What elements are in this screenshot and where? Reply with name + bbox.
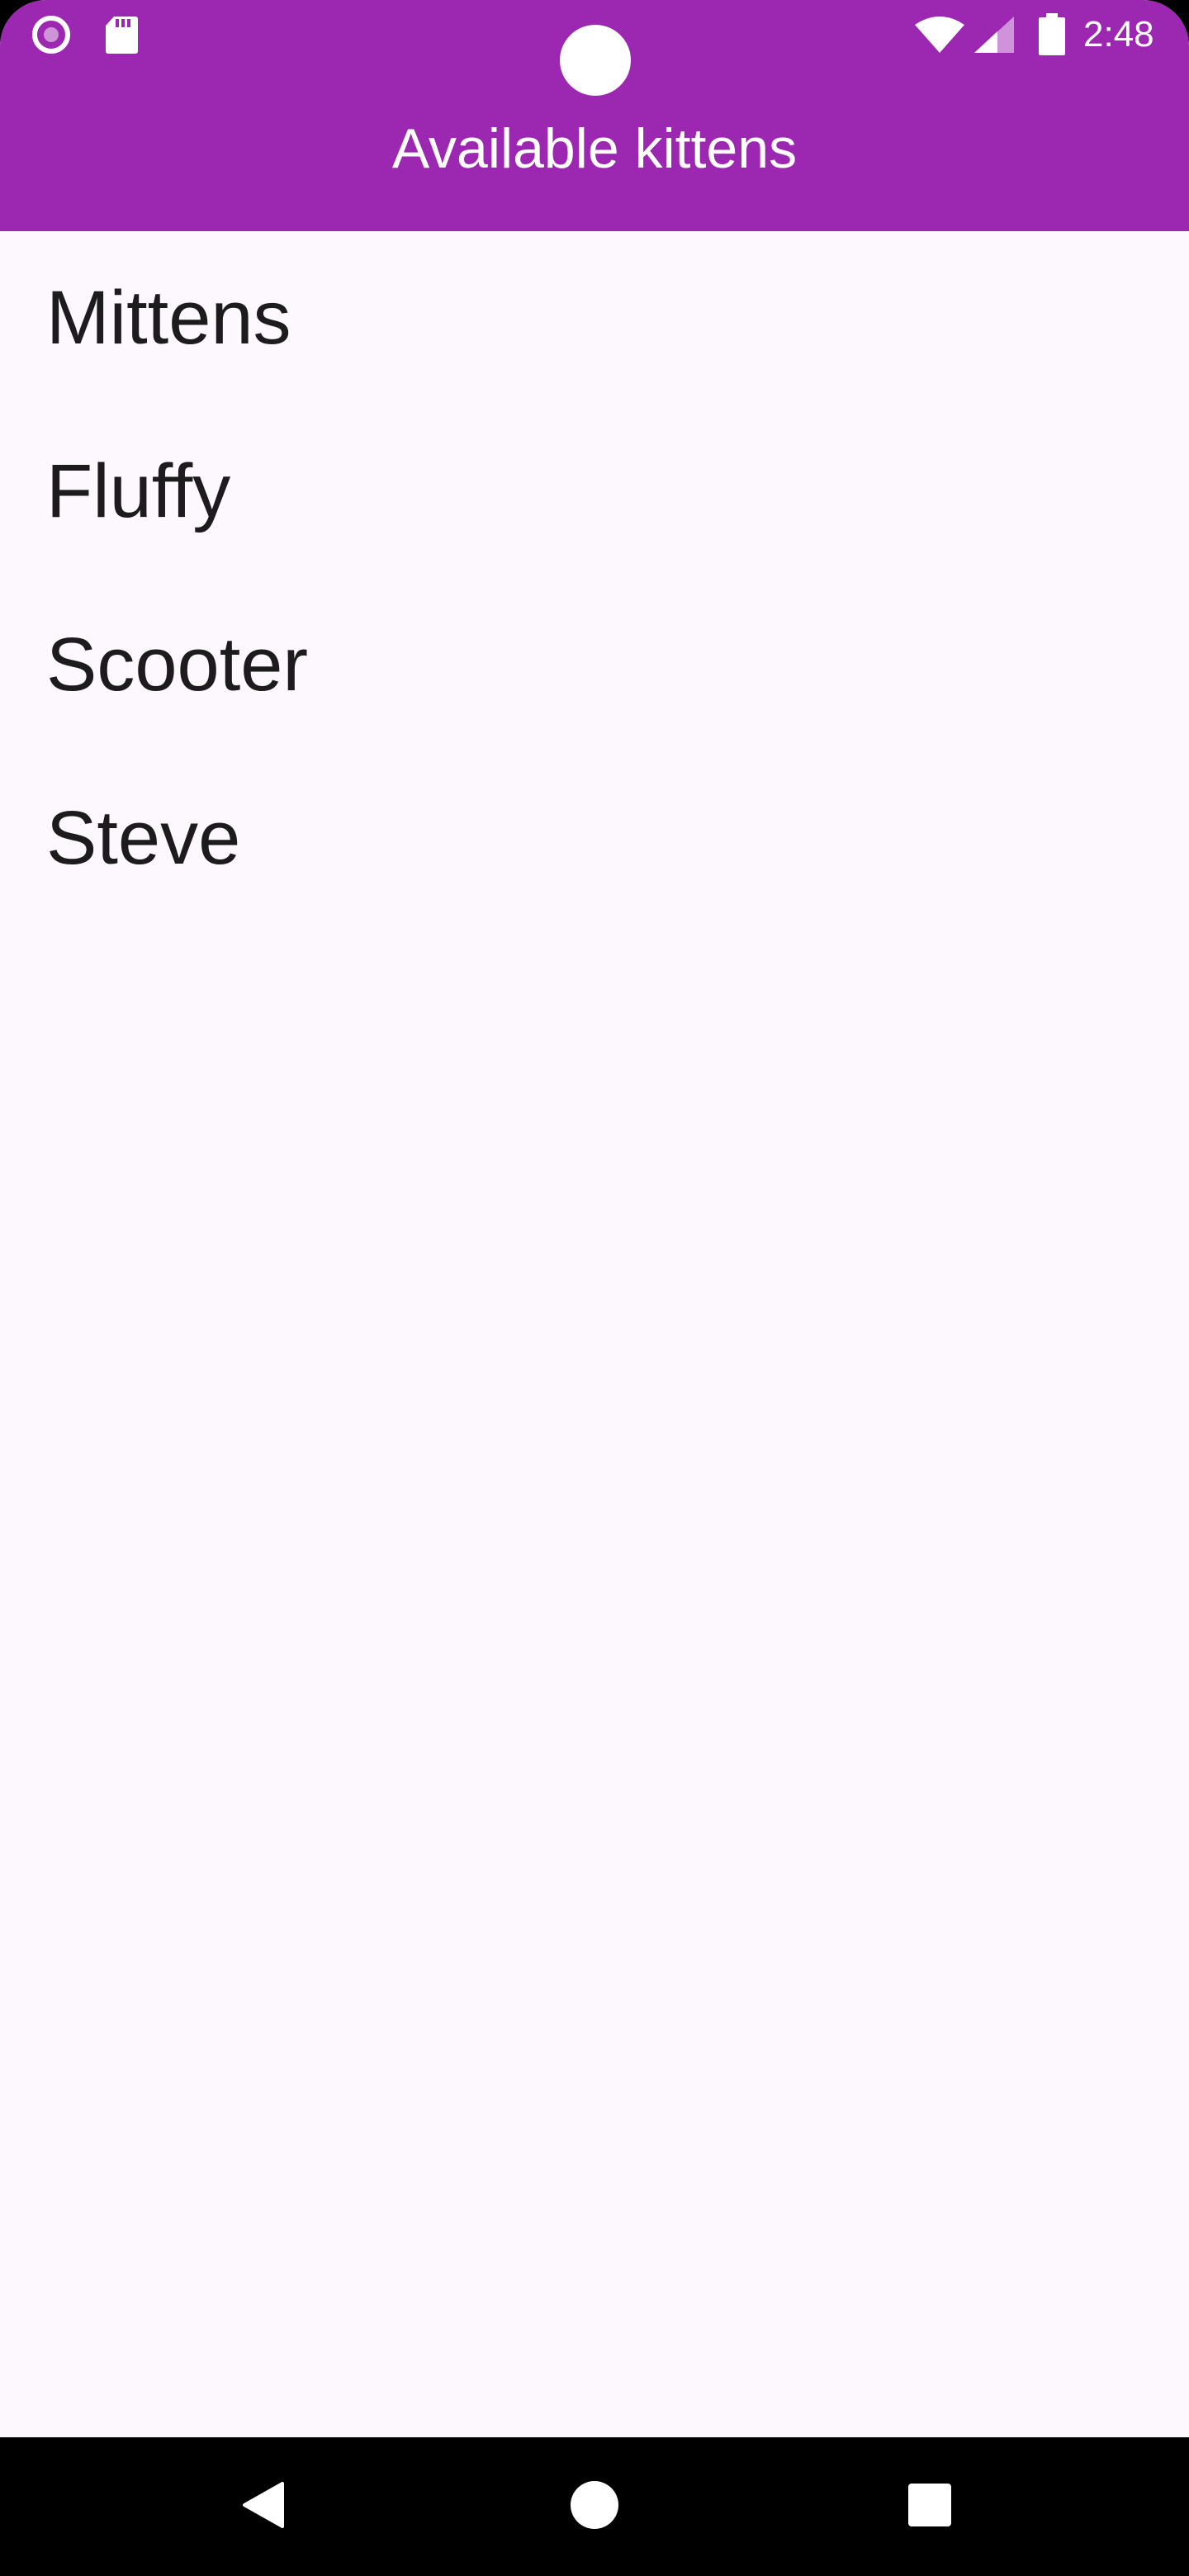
recents-icon xyxy=(907,2483,952,2531)
recents-button[interactable] xyxy=(888,2465,971,2548)
page-title: Available kittens xyxy=(391,117,798,180)
home-button[interactable] xyxy=(553,2465,636,2548)
navigation-bar xyxy=(0,2437,1189,2576)
status-time: 2:48 xyxy=(1083,14,1154,54)
status-bar: 2:48 xyxy=(0,0,1189,96)
sd-card-icon xyxy=(104,15,139,54)
battery-icon xyxy=(1037,13,1067,56)
kitten-list: Mittens Fluffy Scooter Steve xyxy=(0,231,1189,925)
home-icon xyxy=(570,2480,619,2533)
record-icon xyxy=(31,15,71,54)
app-screen: 2:48 Available kittens Mittens Fluffy Sc… xyxy=(0,0,1189,2576)
camera-cutout xyxy=(560,25,631,96)
list-item-mittens[interactable]: Mittens xyxy=(0,231,1189,405)
wifi-icon xyxy=(913,15,966,54)
list-item-fluffy[interactable]: Fluffy xyxy=(0,405,1189,578)
back-icon xyxy=(239,2480,286,2533)
back-button[interactable] xyxy=(221,2465,304,2548)
list-item-scooter[interactable]: Scooter xyxy=(0,578,1189,751)
list-item-steve[interactable]: Steve xyxy=(0,751,1189,925)
app-bar: 2:48 Available kittens xyxy=(0,0,1189,231)
cell-signal-icon xyxy=(973,15,1016,54)
